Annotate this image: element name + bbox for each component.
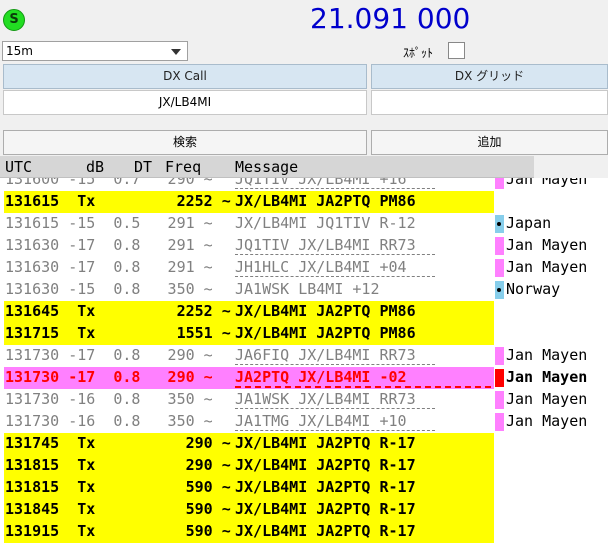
row-fields: 131745 Tx 290 ~	[5, 434, 231, 452]
row-fields: 131645 Tx 2252 ~	[5, 302, 231, 320]
col-message: Message	[235, 158, 299, 176]
dial-frequency: 21.091 000	[310, 2, 471, 35]
row-country: Jan Mayen	[506, 390, 588, 408]
row-message: JX/LB4MI JA2PTQ PM86	[235, 192, 416, 210]
spot-label: ｽﾎﾟｯﾄ	[403, 46, 434, 60]
new-entity-dot	[497, 288, 501, 292]
row-fields: 131630 -15 0.8 350 ~	[5, 280, 213, 298]
row-message: JX/LB4MI JA2PTQ R-17	[235, 478, 416, 496]
col-utc: UTC	[5, 158, 33, 176]
row-fields: 131630 -17 0.8 291 ~	[5, 258, 213, 276]
col-db: dB	[86, 158, 105, 176]
row-status-marker	[495, 178, 504, 189]
table-row[interactable]: 131630 -15 0.8 350 ~ JA1WSK LB4MI +12 Norw…	[0, 279, 608, 301]
row-country: Jan Mayen	[506, 346, 588, 364]
new-entity-dot	[497, 222, 501, 226]
dx-grid-field[interactable]	[371, 90, 608, 115]
table-row[interactable]: 131730 -16 0.8 350 ~ JA1TMG JX/LB4MI +10 J…	[0, 411, 608, 433]
row-country: Jan Mayen	[506, 236, 588, 254]
table-row[interactable]: 131915 Tx 590 ~ JX/LB4MI JA2PTQ R-17	[0, 521, 608, 543]
row-status-marker	[495, 413, 504, 431]
row-message: JX/LB4MI JA2PTQ R-17	[235, 434, 416, 452]
row-status-marker	[495, 237, 504, 255]
table-row[interactable]: 131630 -17 0.8 291 ~ JH1HLC JX/LB4MI +04 J…	[0, 257, 608, 279]
row-status-marker	[495, 369, 504, 387]
row-message: JX/LB4MI JA2PTQ R-17	[235, 456, 416, 474]
search-button[interactable]: 検索	[3, 130, 367, 155]
row-country: Jan Mayen	[506, 368, 588, 386]
spot-checkbox[interactable]	[448, 42, 465, 59]
table-row[interactable]: 131730 -17 0.8 290 ~ JA6FIQ JX/LB4MI RR73…	[0, 345, 608, 367]
row-fields: 131715 Tx 1551 ~	[5, 324, 231, 342]
row-message: JA1TMG JX/LB4MI +10	[235, 412, 435, 431]
decode-list[interactable]: 131600 -15 0.7 290 ~ JQ1TIV JX/LB4MI +16 J…	[0, 178, 608, 546]
row-message: JQ1TIV JX/LB4MI RR73	[235, 236, 435, 255]
row-message: JX/LB4MI JA2PTQ R-17	[235, 522, 416, 540]
row-country: Japan	[506, 214, 552, 232]
row-message: JA6FIQ JX/LB4MI RR73	[235, 346, 435, 365]
table-row[interactable]: 131600 -15 0.7 290 ~ JQ1TIV JX/LB4MI +16 J…	[0, 178, 608, 191]
band-value: 15m	[6, 44, 33, 58]
row-country: Jan Mayen	[506, 258, 588, 276]
table-row[interactable]: 131730 -16 0.8 350 ~ JA1WSK JX/LB4MI RR73…	[0, 389, 608, 411]
add-button[interactable]: 追加	[371, 130, 608, 155]
table-row[interactable]: 131815 Tx 590 ~ JX/LB4MI JA2PTQ R-17	[0, 477, 608, 499]
table-row[interactable]: 131630 -17 0.8 291 ~ JQ1TIV JX/LB4MI RR73…	[0, 235, 608, 257]
table-row[interactable]: 131730 -17 0.8 290 ~ JA2PTQ JX/LB4MI -02 J…	[0, 367, 608, 389]
row-fields: 131815 Tx 290 ~	[5, 456, 231, 474]
row-fields: 131730 -16 0.8 350 ~	[5, 390, 213, 408]
dx-call-field[interactable]: JX/LB4MI	[3, 90, 367, 115]
row-country: Jan Mayen	[506, 412, 588, 430]
top-bar: S 21.091 000	[0, 0, 608, 40]
row-fields: 131730 -17 0.8 290 ~	[5, 368, 213, 386]
status-indicator: S	[3, 9, 25, 31]
row-fields: 131730 -16 0.8 350 ~	[5, 412, 213, 430]
row-message: JA1WSK LB4MI +12	[235, 280, 380, 298]
row-fields: 131615 -15 0.5 291 ~	[5, 214, 213, 232]
row-fields: 131600 -15 0.7 290 ~	[5, 178, 213, 188]
table-row[interactable]: 131645 Tx 2252 ~ JX/LB4MI JA2PTQ PM86	[0, 301, 608, 323]
table-row[interactable]: 131715 Tx 1551 ~ JX/LB4MI JA2PTQ PM86	[0, 323, 608, 345]
row-country: Norway	[506, 280, 561, 298]
band-select[interactable]: 15m	[2, 41, 188, 61]
dx-call-header[interactable]: DX Call	[3, 64, 367, 89]
row-message: JX/LB4MI JA2PTQ PM86	[235, 324, 416, 342]
dx-grid-header[interactable]: DX グリッド	[371, 64, 608, 89]
table-row[interactable]: 131615 -15 0.5 291 ~ JX/LB4MI JQ1TIV R-12…	[0, 213, 608, 235]
row-status-marker	[495, 391, 504, 409]
row-fields: 131730 -17 0.8 290 ~	[5, 346, 213, 364]
row-message: JQ1TIV JX/LB4MI +16	[235, 178, 435, 189]
row-fields: 131845 Tx 590 ~	[5, 500, 231, 518]
row-status-marker	[495, 259, 504, 277]
table-row[interactable]: 131815 Tx 290 ~ JX/LB4MI JA2PTQ R-17	[0, 455, 608, 477]
row-fields: 131815 Tx 590 ~	[5, 478, 231, 496]
row-message: JH1HLC JX/LB4MI +04	[235, 258, 435, 277]
decode-list-header: UTC dB DT Freq Message	[0, 156, 534, 178]
row-fields: 131630 -17 0.8 291 ~	[5, 236, 213, 254]
table-row[interactable]: 131615 Tx 2252 ~ JX/LB4MI JA2PTQ PM86	[0, 191, 608, 213]
col-dt: DT	[134, 158, 153, 176]
table-row[interactable]: 131745 Tx 290 ~ JX/LB4MI JA2PTQ R-17	[0, 433, 608, 455]
row-message: JX/LB4MI JA2PTQ R-17	[235, 500, 416, 518]
col-freq: Freq	[165, 158, 202, 176]
row-message: JA1WSK JX/LB4MI RR73	[235, 390, 435, 409]
row-message: JX/LB4MI JA2PTQ PM86	[235, 302, 416, 320]
chevron-down-icon	[171, 49, 181, 55]
row-country: Jan Mayen	[506, 178, 588, 188]
row-fields: 131915 Tx 590 ~	[5, 522, 231, 540]
row-message: JA2PTQ JX/LB4MI -02	[235, 368, 491, 388]
table-row[interactable]: 131845 Tx 590 ~ JX/LB4MI JA2PTQ R-17	[0, 499, 608, 521]
row-status-marker	[495, 347, 504, 365]
row-message: JX/LB4MI JQ1TIV R-12	[235, 214, 416, 232]
row-fields: 131615 Tx 2252 ~	[5, 192, 231, 210]
